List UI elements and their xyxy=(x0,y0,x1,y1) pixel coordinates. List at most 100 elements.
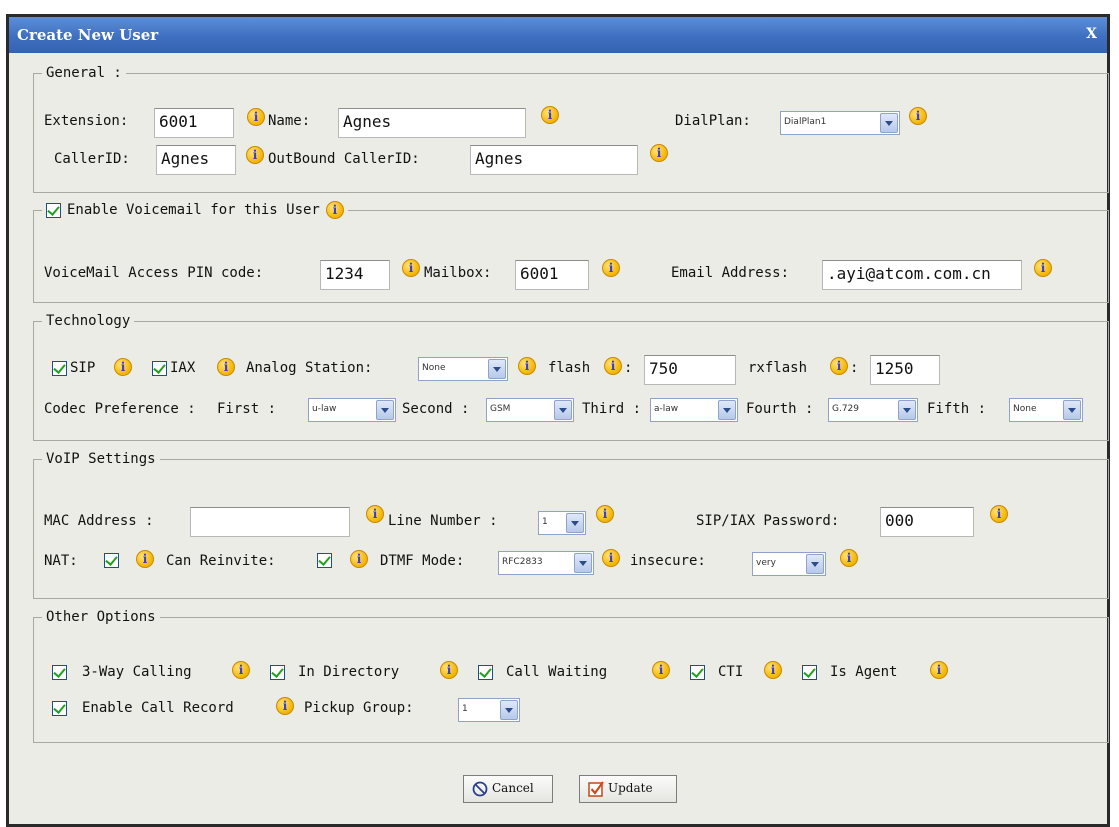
in-directory-checkbox[interactable] xyxy=(270,665,285,680)
sip-label: SIP xyxy=(70,360,96,376)
mac-label: MAC Address : xyxy=(44,513,154,529)
cancel-icon xyxy=(472,781,488,797)
codec-fifth-select[interactable]: None xyxy=(1009,398,1083,422)
create-user-dialog: Create New User X General : Extension: 6… xyxy=(6,14,1110,827)
cti-checkbox[interactable] xyxy=(690,665,705,680)
dtmf-info-icon[interactable] xyxy=(602,549,620,567)
pin-label: VoiceMail Access PIN code: xyxy=(44,265,264,281)
codec-preference-label: Codec Preference : xyxy=(44,401,196,417)
mailbox-info-icon[interactable] xyxy=(602,259,620,277)
callerid-input[interactable]: Agnes xyxy=(156,145,236,175)
insecure-select[interactable]: very xyxy=(752,552,826,576)
cti-label: CTI xyxy=(718,664,744,680)
pickup-group-select[interactable]: 1 xyxy=(458,698,520,722)
codec-third-select[interactable]: a-law xyxy=(650,398,738,422)
call-waiting-checkbox[interactable] xyxy=(478,665,493,680)
extension-input[interactable]: 6001 xyxy=(154,108,234,138)
codec-fourth-select[interactable]: G.729 xyxy=(828,398,918,422)
rxflash-input[interactable]: 1250 xyxy=(870,355,940,385)
codec-third-label: Third : xyxy=(582,401,642,417)
can-reinvite-label: Can Reinvite: xyxy=(166,553,276,569)
technology-section: Technology SIP IAX Analog Station: None … xyxy=(33,313,1109,441)
insecure-info-icon[interactable] xyxy=(840,549,858,567)
cancel-label: Cancel xyxy=(492,781,534,795)
three-way-calling-checkbox[interactable] xyxy=(52,665,67,680)
update-button[interactable]: Update xyxy=(579,775,677,803)
email-input[interactable]: .ayi@atcom.com.cn xyxy=(822,260,1022,290)
call-waiting-label: Call Waiting xyxy=(506,664,608,680)
line-number-select[interactable]: 1 xyxy=(538,511,586,535)
sip-iax-password-input[interactable]: 000 xyxy=(880,507,974,537)
nat-info-icon[interactable] xyxy=(136,550,154,568)
dialplan-info-icon[interactable] xyxy=(909,107,927,125)
three-way-info-icon[interactable] xyxy=(232,661,250,679)
codec-second-select[interactable]: GSM xyxy=(486,398,574,422)
sip-iax-password-label: SIP/IAX Password: xyxy=(696,513,840,529)
general-section: General : Extension: 6001 Name: Agnes Di… xyxy=(33,65,1109,193)
can-reinvite-checkbox[interactable] xyxy=(317,553,332,568)
outbound-info-icon[interactable] xyxy=(650,144,668,162)
dtmf-mode-select[interactable]: RFC2833 xyxy=(498,551,594,575)
voicemail-info-icon[interactable] xyxy=(325,201,344,219)
codec-first-select[interactable]: u-law xyxy=(308,398,396,422)
close-button[interactable]: X xyxy=(1086,26,1097,42)
analog-info-icon[interactable] xyxy=(518,357,536,375)
directory-info-icon[interactable] xyxy=(440,661,458,679)
three-way-calling-label: 3-Way Calling xyxy=(82,664,192,680)
update-check-icon xyxy=(588,781,604,797)
outbound-callerid-label: OutBound CallerID: xyxy=(268,151,420,167)
pin-input[interactable]: 1234 xyxy=(320,260,390,290)
name-input[interactable]: Agnes xyxy=(338,108,526,138)
name-info-icon[interactable] xyxy=(541,106,559,124)
mailbox-label: Mailbox: xyxy=(424,265,492,281)
other-options-legend: Other Options xyxy=(46,609,156,625)
cancel-button[interactable]: Cancel xyxy=(463,775,553,803)
voicemail-section: Enable Voicemail for this User VoiceMail… xyxy=(33,201,1109,303)
codec-first-label: First : xyxy=(217,401,277,417)
callerid-info-icon[interactable] xyxy=(246,146,264,164)
line-number-label: Line Number : xyxy=(388,513,498,529)
dialog-titlebar[interactable]: Create New User X xyxy=(9,17,1107,53)
line-info-icon[interactable] xyxy=(596,505,614,523)
call-waiting-info-icon[interactable] xyxy=(652,661,670,679)
pin-info-icon[interactable] xyxy=(402,259,420,277)
is-agent-label: Is Agent xyxy=(830,664,898,680)
insecure-label: insecure: xyxy=(630,553,706,569)
analog-station-select[interactable]: None xyxy=(418,357,508,381)
enable-call-record-checkbox[interactable] xyxy=(52,701,67,716)
flash-info-icon[interactable] xyxy=(604,357,622,375)
rxflash-label: rxflash xyxy=(748,360,808,376)
enable-voicemail-checkbox[interactable] xyxy=(46,202,61,218)
cti-info-icon[interactable] xyxy=(764,661,782,679)
technology-legend: Technology xyxy=(46,313,131,329)
mac-input[interactable] xyxy=(190,507,350,537)
password-info-icon[interactable] xyxy=(990,505,1008,523)
iax-checkbox[interactable] xyxy=(152,361,167,376)
codec-fourth-label: Fourth : xyxy=(746,401,814,417)
outbound-callerid-input[interactable]: Agnes xyxy=(470,145,638,175)
iax-info-icon[interactable] xyxy=(217,358,235,376)
callerid-label: CallerID: xyxy=(54,151,130,167)
mac-info-icon[interactable] xyxy=(366,505,384,523)
sip-info-icon[interactable] xyxy=(114,358,132,376)
dialplan-select[interactable]: DialPlan1 xyxy=(780,111,900,135)
nat-checkbox[interactable] xyxy=(104,553,119,568)
is-agent-checkbox[interactable] xyxy=(802,665,817,680)
voip-section: VoIP Settings MAC Address : Line Number … xyxy=(33,451,1109,599)
extension-info-icon[interactable] xyxy=(247,108,265,126)
nat-label: NAT: xyxy=(44,553,78,569)
sip-checkbox[interactable] xyxy=(52,361,67,376)
codec-second-label: Second : xyxy=(402,401,470,417)
reinvite-info-icon[interactable] xyxy=(350,550,368,568)
mailbox-input[interactable]: 6001 xyxy=(515,260,589,290)
flash-colon: : xyxy=(624,360,633,376)
agent-info-icon[interactable] xyxy=(930,661,948,679)
call-record-info-icon[interactable] xyxy=(276,697,294,715)
email-info-icon[interactable] xyxy=(1034,259,1052,277)
email-label: Email Address: xyxy=(671,265,790,281)
rxflash-colon: : xyxy=(850,360,859,376)
rxflash-info-icon[interactable] xyxy=(830,357,848,375)
flash-input[interactable]: 750 xyxy=(644,355,736,385)
dtmf-mode-label: DTMF Mode: xyxy=(380,553,465,569)
voip-legend: VoIP Settings xyxy=(46,451,156,467)
